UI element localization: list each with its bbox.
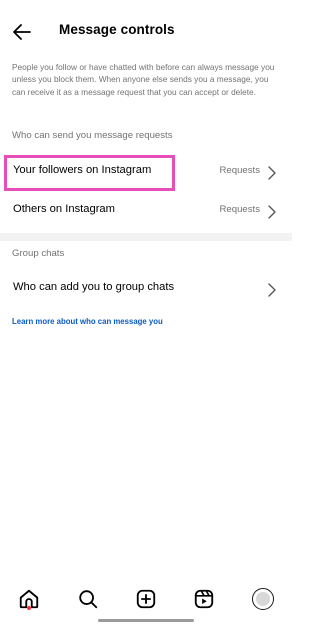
header-bar: Message controls (0, 0, 292, 58)
nav-reels[interactable] (191, 586, 217, 612)
row-label: Others on Instagram (13, 203, 115, 215)
intro-description: People you follow or have chatted with b… (12, 62, 275, 97)
row-others-on-instagram[interactable]: Others on Instagram Requests (0, 193, 292, 231)
gesture-bar (98, 619, 194, 622)
bottom-nav (0, 578, 292, 618)
reels-icon (194, 589, 214, 609)
section-label-group-chats: Group chats (12, 248, 65, 259)
back-button[interactable] (10, 20, 34, 44)
row-value: Requests (219, 204, 260, 215)
row-group-chats[interactable]: Who can add you to group chats (0, 271, 292, 309)
section-label-message-requests: Who can send you message requests (12, 130, 173, 141)
nav-profile[interactable] (250, 586, 276, 612)
page-title: Message controls (59, 22, 175, 37)
section-divider (0, 233, 292, 241)
avatar (256, 592, 270, 606)
chevron-right-icon (268, 283, 276, 297)
learn-more-link[interactable]: Learn more about who can message you (12, 317, 163, 326)
row-label: Who can add you to group chats (13, 281, 175, 293)
row-value: Requests (219, 165, 260, 176)
nav-create[interactable] (133, 586, 159, 612)
row-your-followers[interactable]: Your followers on Instagram Requests (0, 154, 292, 192)
chevron-right-icon (268, 205, 276, 219)
nav-search[interactable] (75, 586, 101, 612)
chevron-right-icon (268, 166, 276, 180)
row-label: Your followers on Instagram (13, 164, 152, 176)
create-plus-icon (136, 589, 156, 609)
arrow-left-icon (13, 24, 31, 40)
search-icon (79, 590, 98, 609)
profile-avatar-icon (252, 588, 274, 610)
notification-dot (27, 606, 31, 610)
